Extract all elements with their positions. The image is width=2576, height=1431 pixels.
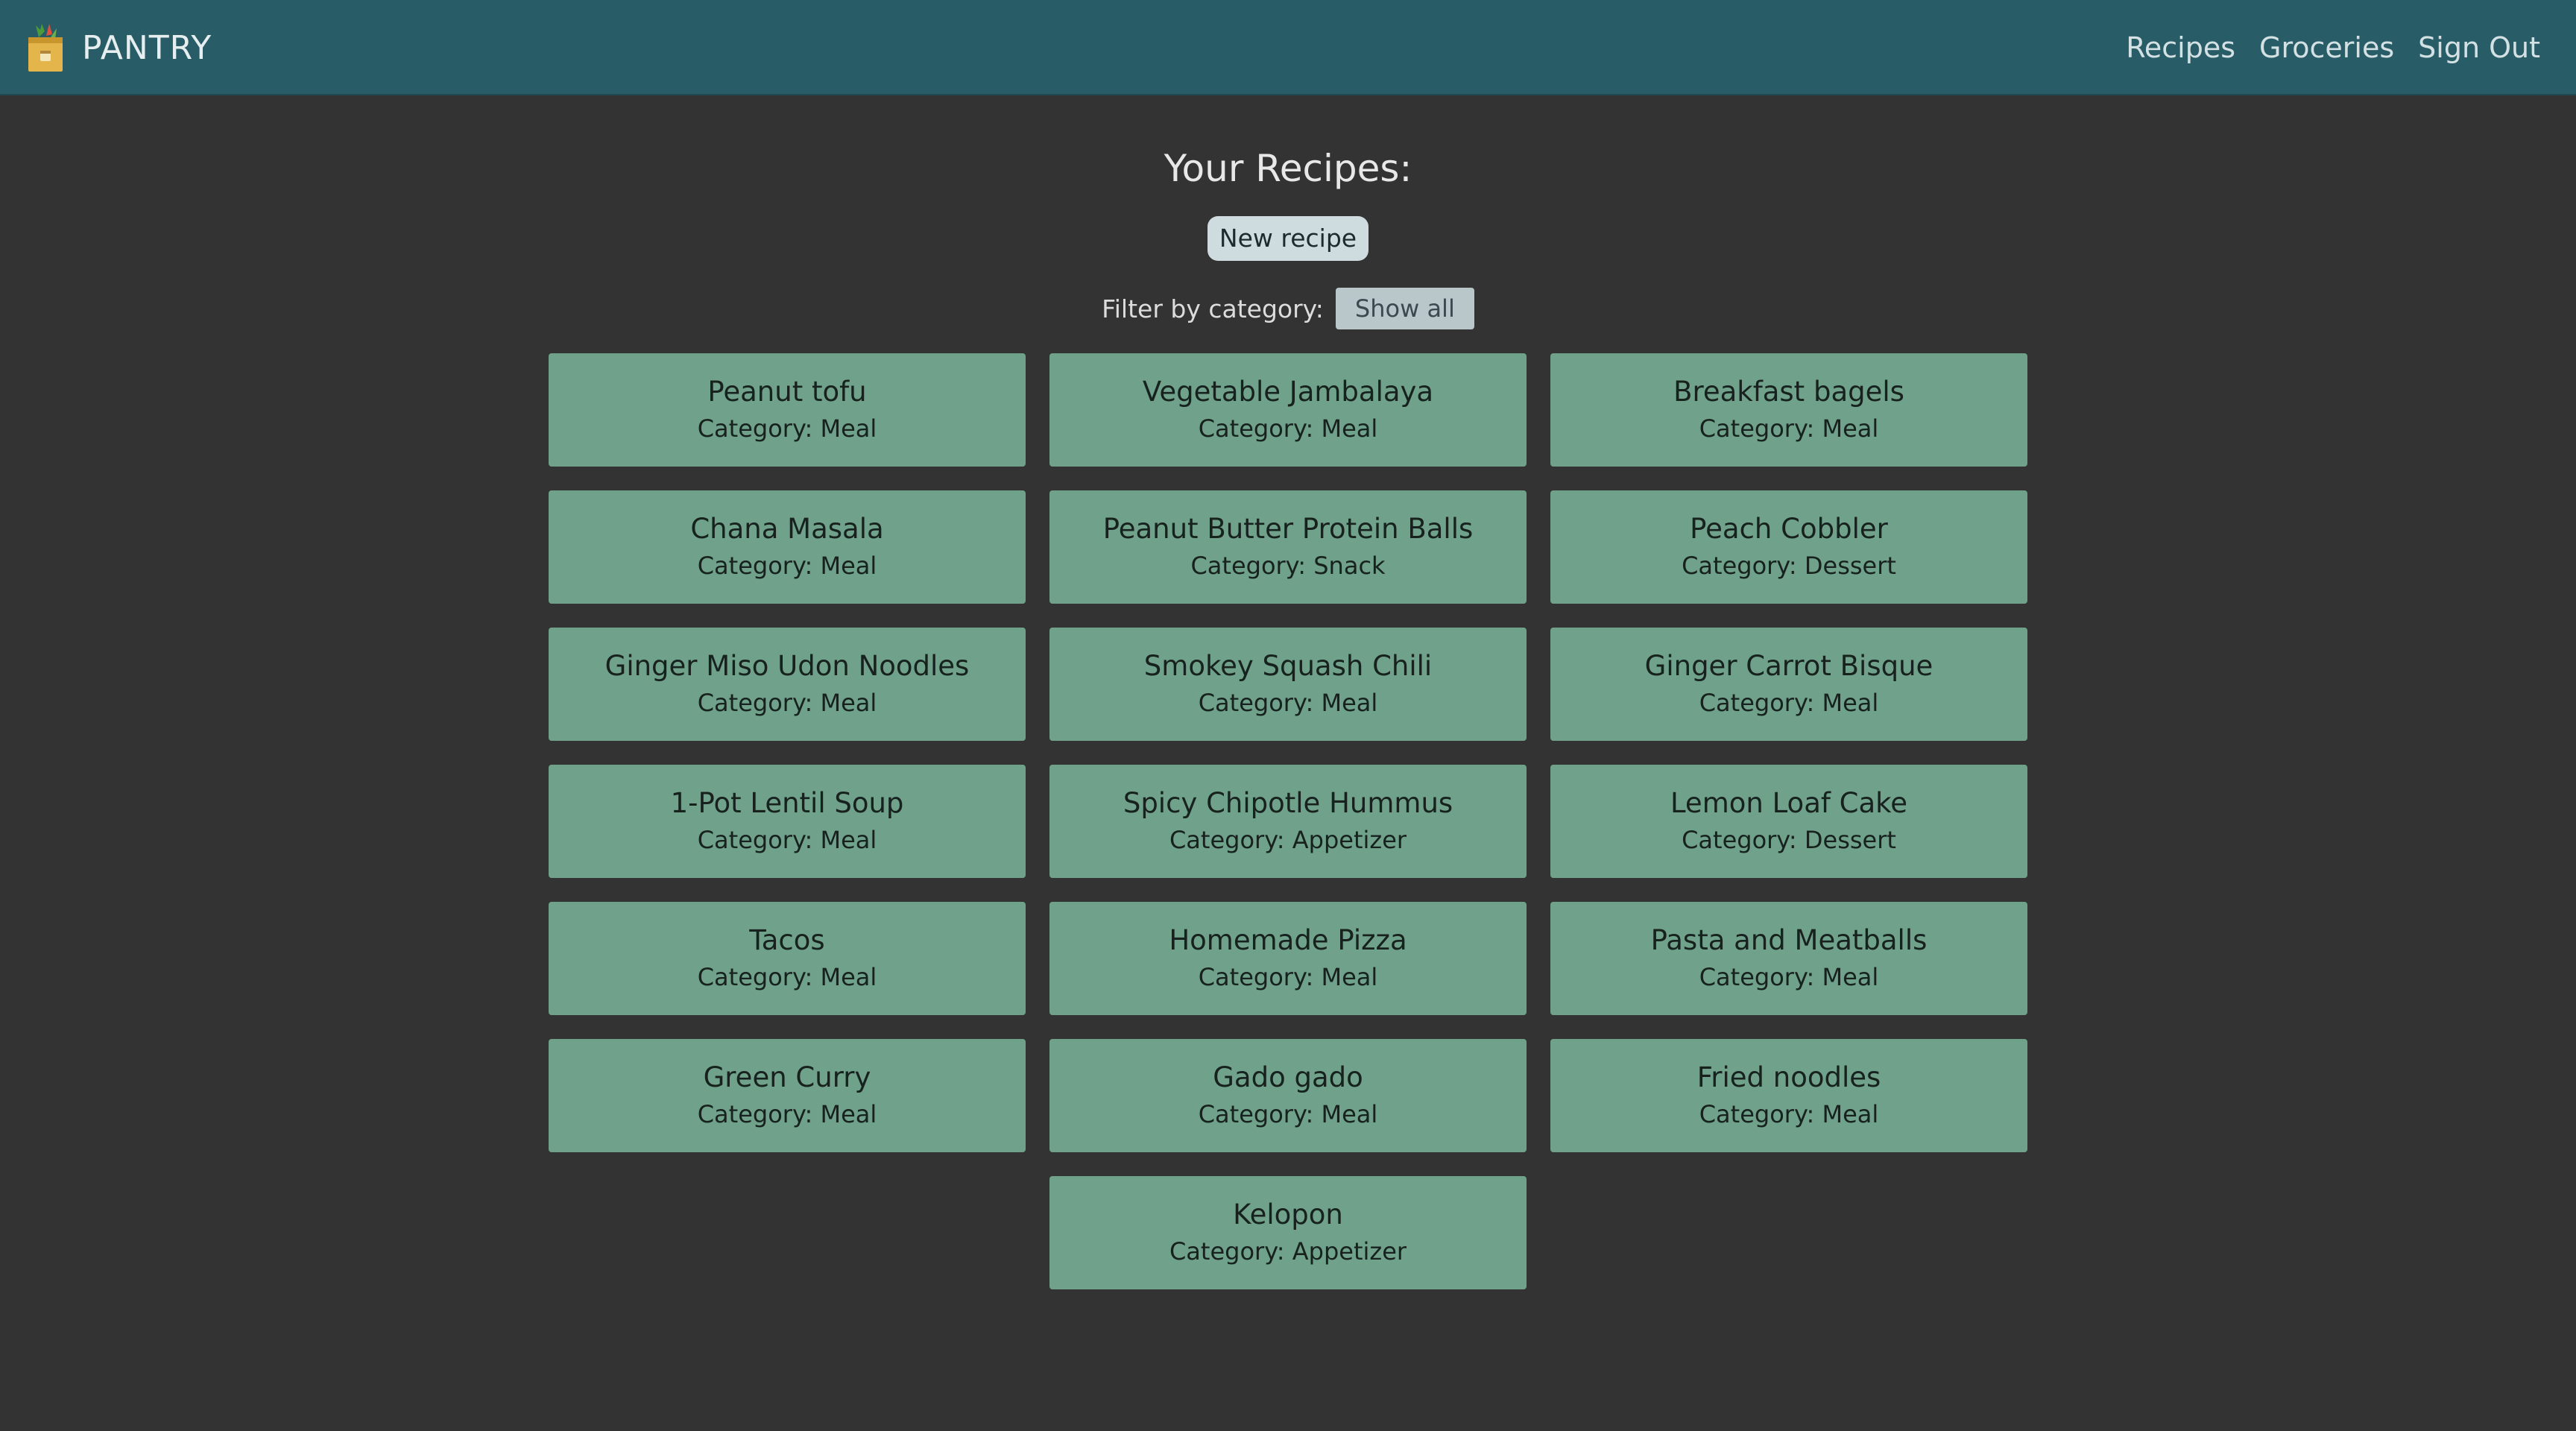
recipe-card[interactable]: Breakfast bagels Category: Meal	[1550, 353, 2027, 467]
recipe-category: Category: Meal	[1699, 414, 1879, 443]
filter-show-all-button[interactable]: Show all	[1335, 288, 1474, 329]
recipe-name: Fried noodles	[1696, 1061, 1881, 1093]
recipe-category: Category: Meal	[1699, 1100, 1879, 1128]
recipe-category: Category: Meal	[1198, 414, 1378, 443]
recipe-card[interactable]: Lemon Loaf Cake Category: Dessert	[1550, 765, 2027, 878]
recipe-category: Category: Meal	[1699, 689, 1879, 717]
brand[interactable]: PANTRY	[24, 22, 212, 73]
recipe-category: Category: Meal	[697, 826, 877, 854]
recipe-card[interactable]: Smokey Squash Chili Category: Meal	[1049, 628, 1527, 741]
recipe-category: Category: Meal	[1699, 963, 1879, 991]
recipe-category: Category: Meal	[697, 963, 877, 991]
new-recipe-button[interactable]: New recipe	[1207, 216, 1369, 261]
recipe-category: Category: Meal	[1198, 689, 1378, 717]
recipe-name: Gado gado	[1213, 1061, 1363, 1093]
recipe-category: Category: Meal	[1198, 963, 1378, 991]
recipe-name: Homemade Pizza	[1169, 924, 1407, 956]
recipe-name: Spicy Chipotle Hummus	[1123, 787, 1453, 819]
navbar: PANTRY Recipes Groceries Sign Out	[0, 0, 2576, 95]
recipe-card[interactable]: Gado gado Category: Meal	[1049, 1039, 1527, 1152]
recipe-card[interactable]: Vegetable Jambalaya Category: Meal	[1049, 353, 1527, 467]
recipe-name: Chana Masala	[690, 513, 884, 545]
recipe-name: Lemon Loaf Cake	[1670, 787, 1908, 819]
brand-name: PANTRY	[82, 28, 212, 67]
recipe-card[interactable]: Peanut tofu Category: Meal	[549, 353, 1026, 467]
recipe-card[interactable]: Green Curry Category: Meal	[549, 1039, 1026, 1152]
recipe-grid: Peanut tofu Category: Meal Vegetable Jamba…	[549, 353, 2027, 1289]
nav-link-sign-out[interactable]: Sign Out	[2418, 31, 2540, 64]
recipe-category: Category: Snack	[1190, 552, 1386, 580]
category-filter: Filter by category: Show all	[0, 288, 2576, 329]
recipe-name: Pasta and Meatballs	[1650, 924, 1928, 956]
recipe-category: Category: Meal	[697, 1100, 877, 1128]
nav-links: Recipes Groceries Sign Out	[2102, 0, 2540, 95]
nav-link-groceries[interactable]: Groceries	[2259, 31, 2394, 64]
recipe-card[interactable]: Pasta and Meatballs Category: Meal	[1550, 902, 2027, 1015]
recipe-card[interactable]: Ginger Carrot Bisque Category: Meal	[1550, 628, 2027, 741]
recipe-category: Category: Meal	[697, 414, 877, 443]
recipe-name: Green Curry	[703, 1061, 871, 1093]
recipe-name: Ginger Carrot Bisque	[1644, 650, 1933, 682]
recipe-name: Tacos	[749, 924, 825, 956]
recipe-card[interactable]: Spicy Chipotle Hummus Category: Appetizer	[1049, 765, 1527, 878]
page-title: Your Recipes:	[1164, 147, 1412, 190]
recipe-name: Kelopon	[1233, 1198, 1343, 1231]
recipe-category: Category: Meal	[697, 689, 877, 717]
nav-link-recipes[interactable]: Recipes	[2126, 31, 2235, 64]
recipe-card[interactable]: Tacos Category: Meal	[549, 902, 1026, 1015]
recipe-card[interactable]: Homemade Pizza Category: Meal	[1049, 902, 1527, 1015]
recipe-name: Peanut Butter Protein Balls	[1102, 513, 1474, 545]
new-recipe-wrap: New recipe	[0, 216, 2576, 261]
recipe-category: Category: Appetizer	[1169, 1237, 1407, 1266]
recipe-category: Category: Dessert	[1682, 826, 1896, 854]
filter-label: Filter by category:	[1102, 294, 1324, 323]
recipe-card[interactable]: Chana Masala Category: Meal	[549, 490, 1026, 604]
recipe-name: Peanut tofu	[707, 376, 867, 408]
recipe-card[interactable]: 1-Pot Lentil Soup Category: Meal	[549, 765, 1026, 878]
recipe-category: Category: Appetizer	[1169, 826, 1407, 854]
recipe-category: Category: Meal	[697, 552, 877, 580]
recipe-name: Vegetable Jambalaya	[1142, 376, 1434, 408]
recipe-category: Category: Meal	[1198, 1100, 1378, 1128]
recipe-card[interactable]: Fried noodles Category: Meal	[1550, 1039, 2027, 1152]
recipe-category: Category: Dessert	[1682, 552, 1896, 580]
recipe-name: Ginger Miso Udon Noodles	[604, 650, 970, 682]
recipe-card[interactable]: Ginger Miso Udon Noodles Category: Meal	[549, 628, 1026, 741]
recipe-name: 1-Pot Lentil Soup	[670, 787, 904, 819]
recipe-card[interactable]: Peach Cobbler Category: Dessert	[1550, 490, 2027, 604]
recipe-name: Breakfast bagels	[1673, 376, 1904, 408]
recipe-name: Smokey Squash Chili	[1143, 650, 1433, 682]
recipe-card[interactable]: Peanut Butter Protein Balls Category: Sna…	[1049, 490, 1527, 604]
grocery-bag-icon	[28, 24, 63, 72]
recipe-card[interactable]: Kelopon Category: Appetizer	[1049, 1176, 1527, 1289]
recipe-name: Peach Cobbler	[1690, 513, 1888, 545]
